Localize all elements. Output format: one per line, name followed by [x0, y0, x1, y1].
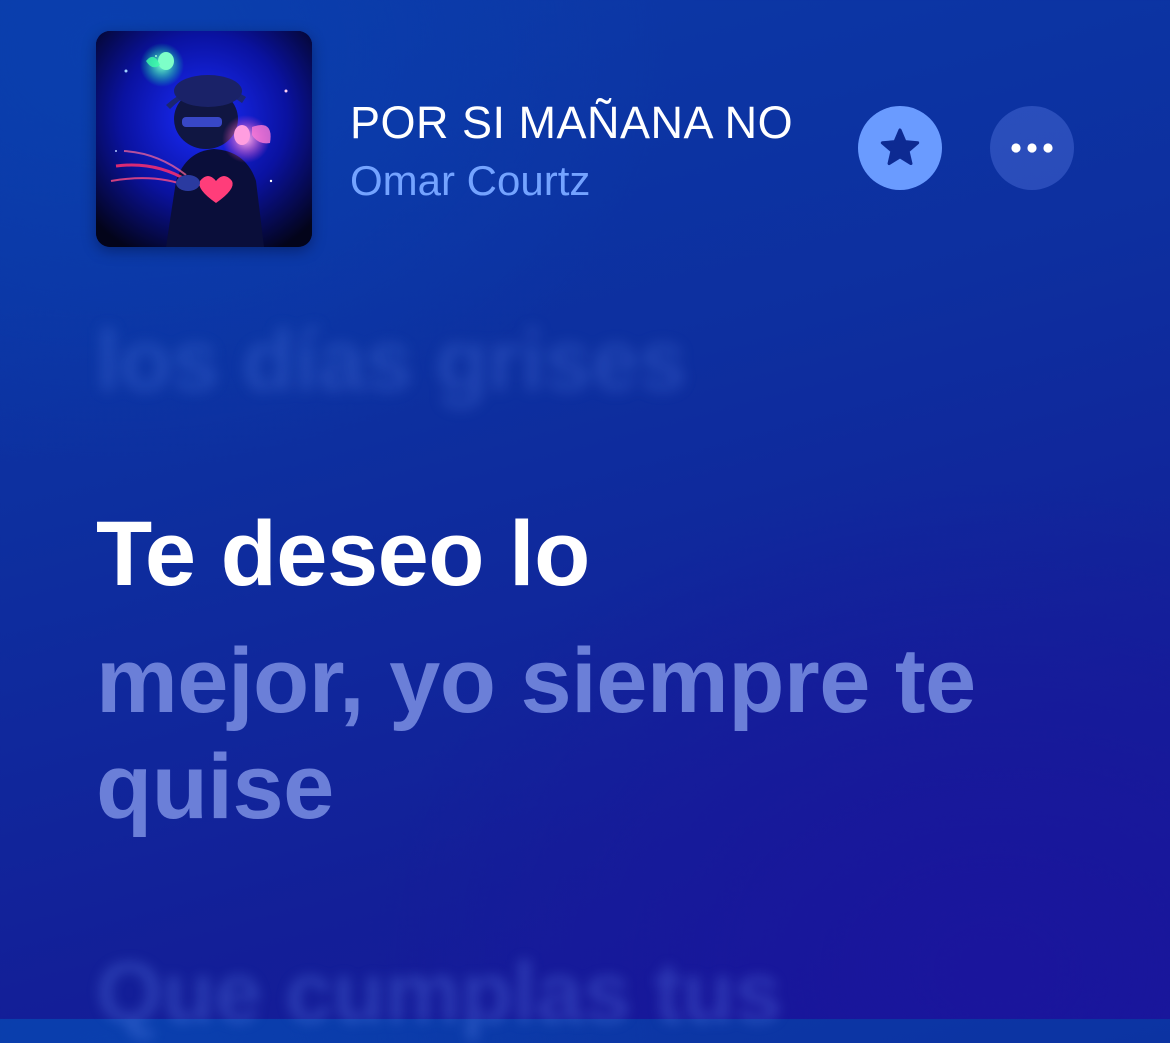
favorite-button[interactable] [858, 106, 942, 190]
star-icon [880, 128, 920, 166]
now-playing-header: POR SI MAÑANA NO Omar Courtz [96, 31, 1086, 247]
more-options-button[interactable] [990, 106, 1074, 190]
track-title[interactable]: POR SI MAÑANA NO [350, 97, 850, 149]
lyric-line-current-sung[interactable]: Te deseo lo [96, 502, 590, 607]
lyric-line-previous[interactable]: los días grises [96, 312, 687, 411]
lyrics-screen: POR SI MAÑANA NO Omar Courtz los días gr… [0, 0, 1170, 1041]
album-artwork[interactable] [96, 31, 312, 247]
lyric-line-current-upcoming[interactable]: mejor, yo siempre te quise [96, 628, 996, 840]
track-artist[interactable]: Omar Courtz [350, 157, 590, 205]
album-artwork-illustration [96, 31, 312, 247]
lyric-line-next[interactable]: Que cumplas tus [96, 944, 782, 1043]
ellipsis-icon [1011, 143, 1053, 153]
